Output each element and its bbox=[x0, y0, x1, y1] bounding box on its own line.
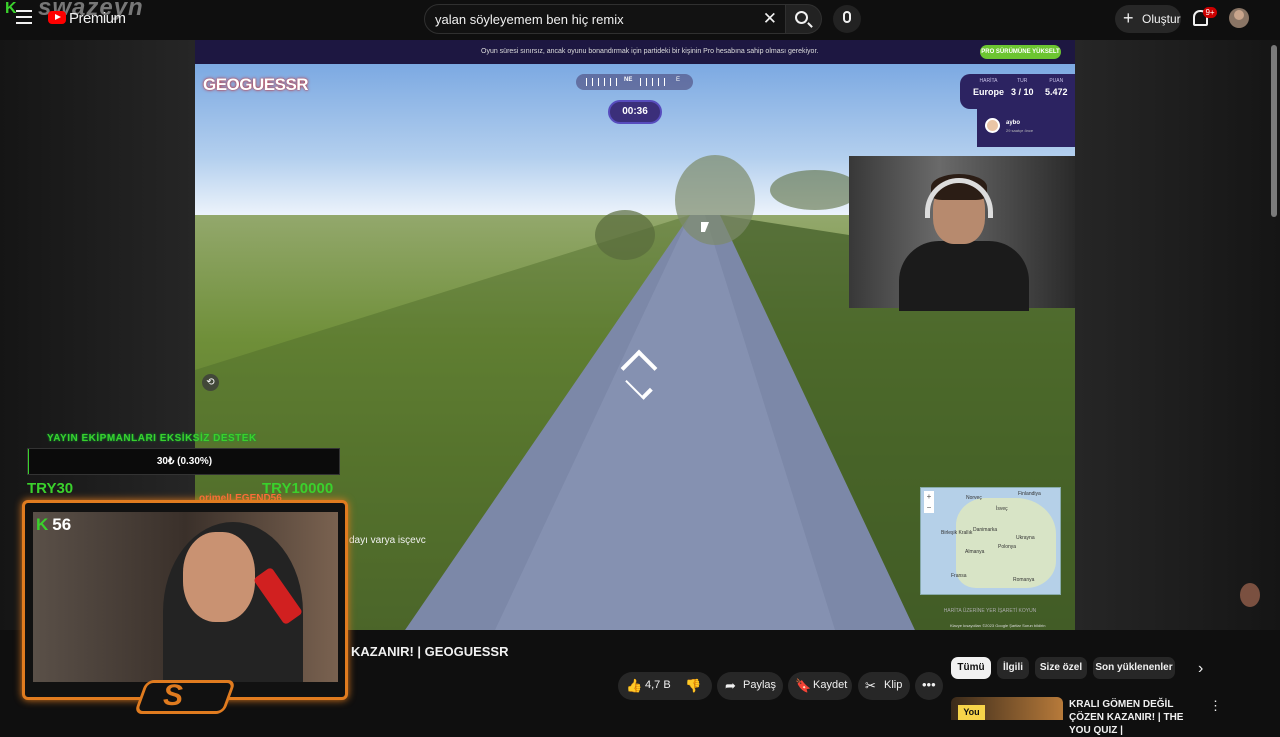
premium-label[interactable]: Premium bbox=[69, 10, 126, 27]
clip-button[interactable]: ✂ Klip bbox=[858, 672, 910, 700]
save-label: Kaydet bbox=[813, 679, 848, 691]
chat-message: dayı varya isçevc bbox=[349, 535, 426, 546]
streamer-webcam bbox=[849, 156, 1075, 311]
webcam-person-body bbox=[899, 241, 1029, 311]
kick-icon: K bbox=[36, 515, 49, 534]
video-title: KAZANIR! | GEOGUESSR bbox=[351, 644, 509, 659]
microphone-icon bbox=[843, 11, 851, 23]
map-label: İsveç bbox=[996, 506, 1008, 512]
map-footer: Klavye kısayolları ©2023 Google Şartlar … bbox=[950, 623, 1046, 628]
floating-avatar[interactable] bbox=[1240, 583, 1260, 607]
more-icon: ••• bbox=[922, 677, 936, 692]
banner-text: Oyun süresi sınırsız, ancak oyunu bonand… bbox=[481, 48, 819, 55]
game-stats-panel: HARİTA Europe TUR 3 / 10 PUAN 5.472 bbox=[960, 74, 1075, 109]
menu-icon[interactable] bbox=[16, 10, 32, 24]
clip-label: Klip bbox=[884, 679, 903, 691]
upgrade-pro-button[interactable]: PRO SÜRÜMÜNE YÜKSELT bbox=[980, 45, 1061, 59]
like-dislike-group: 👍 4,7 B 👎 bbox=[618, 672, 712, 700]
mouse-cursor-icon bbox=[701, 222, 709, 232]
dislike-icon[interactable]: 👎 bbox=[685, 678, 701, 694]
save-button[interactable]: 🔖 Kaydet bbox=[788, 672, 852, 700]
geoguessr-logo: GEOGUESSR bbox=[203, 75, 309, 94]
stat-round-label: TUR bbox=[1017, 78, 1028, 84]
viewer-count: 56 bbox=[52, 515, 72, 534]
map-label: Fransa bbox=[951, 573, 967, 579]
compass-bar: NE E bbox=[576, 74, 693, 90]
chevron-right-icon[interactable]: › bbox=[1198, 660, 1203, 678]
stat-score-value: 5.472 bbox=[1045, 87, 1068, 97]
bookmark-icon: 🔖 bbox=[795, 678, 812, 693]
account-avatar[interactable] bbox=[1229, 8, 1249, 28]
map-label: Birleşik Krallık bbox=[941, 530, 973, 536]
map-label: Finlandiya bbox=[1018, 491, 1041, 497]
search-button[interactable] bbox=[786, 4, 822, 34]
goal-min: TRY30 bbox=[27, 480, 74, 497]
chip-for-you[interactable]: Size özel bbox=[1035, 657, 1087, 679]
create-button[interactable]: + Oluştur bbox=[1115, 5, 1181, 33]
stat-map: HARİTA Europe bbox=[973, 78, 1004, 97]
map-label: Romanya bbox=[1013, 577, 1035, 583]
share-button[interactable]: ➦ Paylaş bbox=[717, 672, 783, 700]
round-timer: 00:36 bbox=[608, 100, 662, 124]
create-label: Oluştur bbox=[1142, 12, 1181, 26]
guess-map[interactable]: + − Finlandiya Norveç İsveç Danimarka Bir… bbox=[920, 487, 1061, 595]
voice-search-button[interactable] bbox=[833, 5, 861, 33]
donation-progress-bar: 30₺ (0.30%) bbox=[27, 448, 340, 475]
kick-viewer-badge: K 56 bbox=[36, 515, 71, 535]
notification-badge: 9+ bbox=[1203, 7, 1217, 18]
stat-round-value: 3 / 10 bbox=[1011, 87, 1034, 97]
page-scrollbar[interactable] bbox=[1271, 45, 1277, 217]
player-avatar bbox=[985, 118, 1000, 133]
more-vert-icon[interactable]: ⋮ bbox=[1209, 698, 1222, 714]
return-to-start-icon[interactable]: ⟲ bbox=[202, 374, 219, 391]
donation-progress-text: 30₺ (0.30%) bbox=[156, 456, 213, 467]
stat-map-value: Europe bbox=[973, 87, 1005, 97]
like-icon[interactable]: 👍 bbox=[626, 678, 642, 694]
stat-score-label: PUAN bbox=[1049, 78, 1064, 84]
reactor-webcam bbox=[33, 512, 338, 682]
share-label: Paylaş bbox=[743, 679, 777, 691]
map-zoom-control[interactable]: + − bbox=[924, 491, 934, 513]
map-label: Norveç bbox=[966, 495, 982, 501]
stat-map-label: HARİTA bbox=[979, 78, 998, 84]
donation-goal-label: YAYIN EKİPMANLARI EKSİKSİZ DESTEK bbox=[47, 433, 257, 444]
top-bar: K swazeyn Premium yalan söyleyemem ben h… bbox=[0, 0, 1280, 40]
chip-related[interactable]: İlgili bbox=[997, 657, 1029, 679]
compass-direction-east: E bbox=[676, 77, 681, 83]
search-input[interactable]: yalan söyleyemem ben hiç remix bbox=[435, 12, 624, 27]
chip-recent[interactable]: Son yüklenenler bbox=[1093, 657, 1175, 679]
map-label: Ukrayna bbox=[1016, 535, 1035, 541]
map-label: Polonya bbox=[998, 544, 1017, 550]
youtube-logo-icon[interactable] bbox=[48, 11, 66, 24]
map-label: Danimarka bbox=[973, 527, 998, 533]
recommendation-title[interactable]: KRALI GÖMEN DEĞİL ÇÖZEN KAZANIR! | THE Y… bbox=[1069, 698, 1199, 737]
move-arrows[interactable] bbox=[620, 345, 660, 400]
clear-search-icon[interactable]: ✕ bbox=[763, 9, 777, 29]
player-subtext: 29 saatçe önce bbox=[1006, 128, 1034, 133]
search-icon bbox=[795, 11, 808, 24]
scissors-icon: ✂ bbox=[865, 678, 876, 693]
stat-round: TUR 3 / 10 bbox=[1011, 78, 1034, 97]
plus-icon: + bbox=[1123, 8, 1134, 28]
more-actions-button[interactable]: ••• bbox=[915, 672, 943, 700]
player-name: aybo bbox=[1006, 120, 1021, 126]
s-logo-icon: S bbox=[163, 679, 184, 712]
video-backdrop-right bbox=[1075, 40, 1280, 630]
reactor-person-face bbox=[183, 532, 255, 622]
share-icon: ➦ bbox=[725, 678, 736, 693]
chip-all[interactable]: Tümü bbox=[951, 657, 991, 679]
like-count[interactable]: 4,7 B bbox=[645, 679, 671, 691]
player-card: aybo 29 saatçe önce bbox=[977, 109, 1075, 147]
search-box[interactable]: yalan söyleyemem ben hiç remix ✕ bbox=[424, 4, 786, 34]
stat-score: PUAN 5.472 bbox=[1045, 78, 1068, 97]
recommendation-badge: You bbox=[958, 705, 985, 720]
place-pin-button[interactable]: HARİTA ÜZERİNE YER İŞARETİ KOYUN bbox=[935, 608, 1045, 614]
game-banner: Oyun süresi sınırsız, ancak oyunu bonand… bbox=[195, 40, 1075, 64]
compass-direction: NE bbox=[624, 77, 633, 83]
map-label: Almanya bbox=[965, 549, 985, 555]
kick-logo-icon: K bbox=[5, 0, 17, 17]
streamer-s-logo bbox=[133, 680, 237, 714]
